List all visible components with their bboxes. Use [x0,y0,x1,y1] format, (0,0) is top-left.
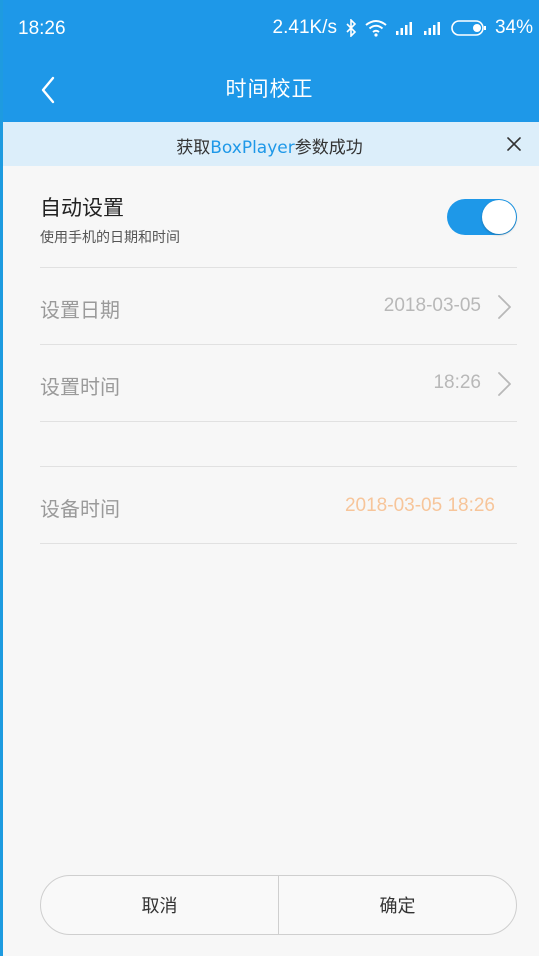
chevron-right-icon [498,295,511,319]
auto-setting-title: 自动设置 [40,196,124,220]
set-date-row[interactable]: 设置日期 2018-03-05 [40,268,517,345]
confirm-button[interactable]: 确定 [279,876,516,934]
wifi-icon [365,17,387,39]
toggle-knob [482,200,516,234]
battery-icon [451,17,487,39]
set-time-label: 设置时间 [40,375,120,399]
banner-close-button[interactable] [499,129,529,159]
cancel-button[interactable]: 取消 [41,876,278,934]
banner-prefix: 获取 [176,138,211,158]
set-time-value: 18:26 [433,372,481,393]
set-time-row[interactable]: 设置时间 18:26 [40,345,517,422]
device-time-value: 2018-03-05 18:26 [344,495,495,516]
banner-message: 获取BoxPlayer参数成功 [0,133,539,158]
battery-percent: 34% [494,17,533,38]
auto-setting-row: 自动设置 使用手机的日期和时间 [40,166,517,268]
nav-bar: 时间校正 [0,60,539,122]
network-speed: 2.41K/s [272,17,337,38]
close-icon [507,137,521,151]
device-time-row: 设备时间 2018-03-05 18:26 [40,466,517,544]
set-date-label: 设置日期 [40,298,120,322]
signal-icon-2 [423,17,443,39]
auto-setting-subtitle: 使用手机的日期和时间 [40,230,180,246]
set-date-value: 2018-03-05 [383,295,481,316]
bluetooth-icon [345,17,357,39]
signal-icon-1 [395,17,415,39]
success-banner: 获取BoxPlayer参数成功 [0,122,539,166]
banner-suffix: 参数成功 [294,138,363,158]
banner-highlight: BoxPlayer [210,138,295,158]
status-bar: 18:26 2.41K/s 34% [0,0,539,60]
chevron-right-icon [498,372,511,396]
status-icons: 2.41K/s 34% [273,17,533,39]
page-title: 时间校正 [225,77,314,101]
window-edge [0,0,3,956]
auto-setting-toggle[interactable] [447,199,517,235]
device-time-label: 设备时间 [40,497,120,521]
action-buttons: 取消 确定 [40,875,517,935]
status-time: 18:26 [18,18,66,39]
